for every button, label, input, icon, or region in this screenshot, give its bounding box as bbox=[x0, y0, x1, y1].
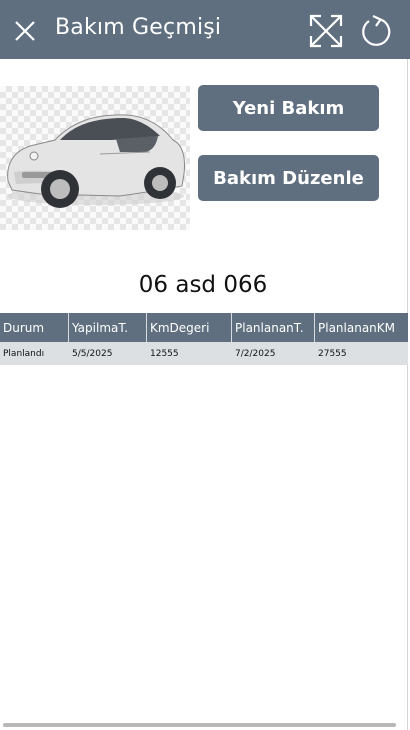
column-header-yapilma[interactable]: YapilmaT. bbox=[69, 313, 147, 342]
cell-durum: Planlandı bbox=[3, 348, 45, 359]
cell-planlanan-tarih: 7/2/2025 bbox=[235, 348, 276, 359]
title-bar: Bakım Geçmişi bbox=[0, 0, 410, 59]
edit-maintenance-button[interactable]: Bakım Düzenle bbox=[198, 155, 379, 201]
column-header-durum[interactable]: Durum bbox=[0, 313, 69, 342]
close-icon[interactable] bbox=[12, 18, 38, 44]
vehicle-image bbox=[0, 86, 190, 230]
cell-km: 12555 bbox=[150, 348, 179, 359]
maintenance-table: Durum YapilmaT. KmDegeri PlanlananT. Pla… bbox=[0, 313, 408, 365]
table-row[interactable]: Planlandı 5/5/2025 12555 7/2/2025 27555 bbox=[0, 342, 408, 365]
horizontal-scrollbar[interactable] bbox=[3, 723, 396, 727]
page-title: Bakım Geçmişi bbox=[55, 15, 222, 40]
vehicle-plate: 06 asd 066 bbox=[138, 272, 268, 298]
cell-yapilma: 5/5/2025 bbox=[72, 348, 113, 359]
column-header-planlanan-km[interactable]: PlanlananKM bbox=[315, 313, 408, 342]
expand-icon[interactable] bbox=[308, 13, 344, 49]
refresh-icon[interactable] bbox=[360, 14, 392, 48]
table-header: Durum YapilmaT. KmDegeri PlanlananT. Pla… bbox=[0, 313, 408, 342]
car-icon bbox=[7, 114, 185, 208]
window-edge bbox=[407, 59, 408, 730]
column-header-km[interactable]: KmDegeri bbox=[147, 313, 232, 342]
column-header-planlanan-tarih[interactable]: PlanlananT. bbox=[232, 313, 315, 342]
cell-planlanan-km: 27555 bbox=[318, 348, 347, 359]
new-maintenance-button[interactable]: Yeni Bakım bbox=[198, 85, 379, 131]
